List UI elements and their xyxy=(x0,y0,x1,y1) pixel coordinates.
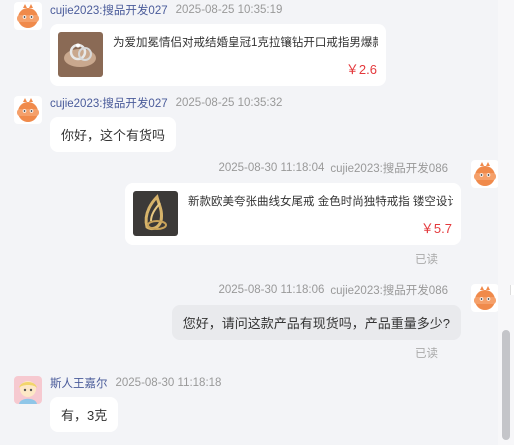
chat-scrollbar[interactable] xyxy=(498,0,514,445)
message-time: 2025-08-25 10:35:19 xyxy=(175,4,283,16)
sender-name[interactable]: cujie2023:搜品开发027 xyxy=(50,2,168,18)
message-meta: cujie2023:搜品开发027 2025-08-25 10:35:19 xyxy=(50,0,282,20)
product-price: ￥2.6 xyxy=(345,62,377,77)
product-title[interactable]: 为爱加冕情侣对戒结婚皇冠1克拉镶钻开口戒指男爆款... xyxy=(113,34,378,50)
message-time: 2025-08-25 10:35:32 xyxy=(175,97,283,109)
sender-name[interactable]: cujie2023:搜品开发086 xyxy=(330,160,448,176)
window-edge xyxy=(510,285,514,295)
message-time: 2025-08-30 11:18:04 xyxy=(218,162,325,174)
sender-name[interactable]: cujie2023:搜品开发086 xyxy=(330,282,448,298)
product-thumbnail-rings[interactable] xyxy=(58,32,103,77)
scrollbar-thumb[interactable] xyxy=(502,330,510,440)
message-time: 2025-08-30 11:18:18 xyxy=(115,377,222,389)
message-meta: 2025-08-30 11:18:04 cujie2023:搜品开发086 xyxy=(218,158,448,178)
orange-mascot-icon[interactable] xyxy=(471,284,498,312)
product-thumbnail-ring[interactable] xyxy=(133,191,178,236)
message-bubble[interactable]: 你好，这个有货吗 xyxy=(50,117,177,152)
message-bubble[interactable]: 有，3克 xyxy=(50,397,119,432)
message-meta: cujie2023:搜品开发027 2025-08-25 10:35:32 xyxy=(50,93,282,113)
read-status: 已读 xyxy=(415,254,438,266)
chat-message-list[interactable]: cujie2023:搜品开发027 2025-08-25 10:35:19 为爱… xyxy=(0,0,498,445)
read-status: 已读 xyxy=(415,348,438,360)
orange-mascot-icon[interactable] xyxy=(14,96,42,124)
message-meta: 斯人王嘉尔 2025-08-30 11:18:18 xyxy=(50,373,221,393)
product-card[interactable]: 为爱加冕情侣对戒结婚皇冠1克拉镶钻开口戒指男爆款... ￥2.6 xyxy=(50,24,386,86)
product-title[interactable]: 新款欧美夸张曲线女尾戒 金色时尚独特戒指 镂空设计... xyxy=(188,193,453,209)
sender-name[interactable]: 斯人王嘉尔 xyxy=(50,375,108,391)
product-price: ￥5.7 xyxy=(420,221,452,236)
message-time: 2025-08-30 11:18:06 xyxy=(218,284,325,296)
message-bubble[interactable]: 您好，请问这款产品有现货吗，产品重量多少? xyxy=(171,305,461,340)
orange-mascot-icon[interactable] xyxy=(14,2,42,30)
sender-name[interactable]: cujie2023:搜品开发027 xyxy=(50,95,168,111)
product-card[interactable]: 新款欧美夸张曲线女尾戒 金色时尚独特戒指 镂空设计... ￥5.7 xyxy=(125,183,461,245)
orange-mascot-icon[interactable] xyxy=(471,160,498,188)
message-meta: 2025-08-30 11:18:06 cujie2023:搜品开发086 xyxy=(218,280,448,300)
user-avatar-icon[interactable] xyxy=(14,376,42,404)
